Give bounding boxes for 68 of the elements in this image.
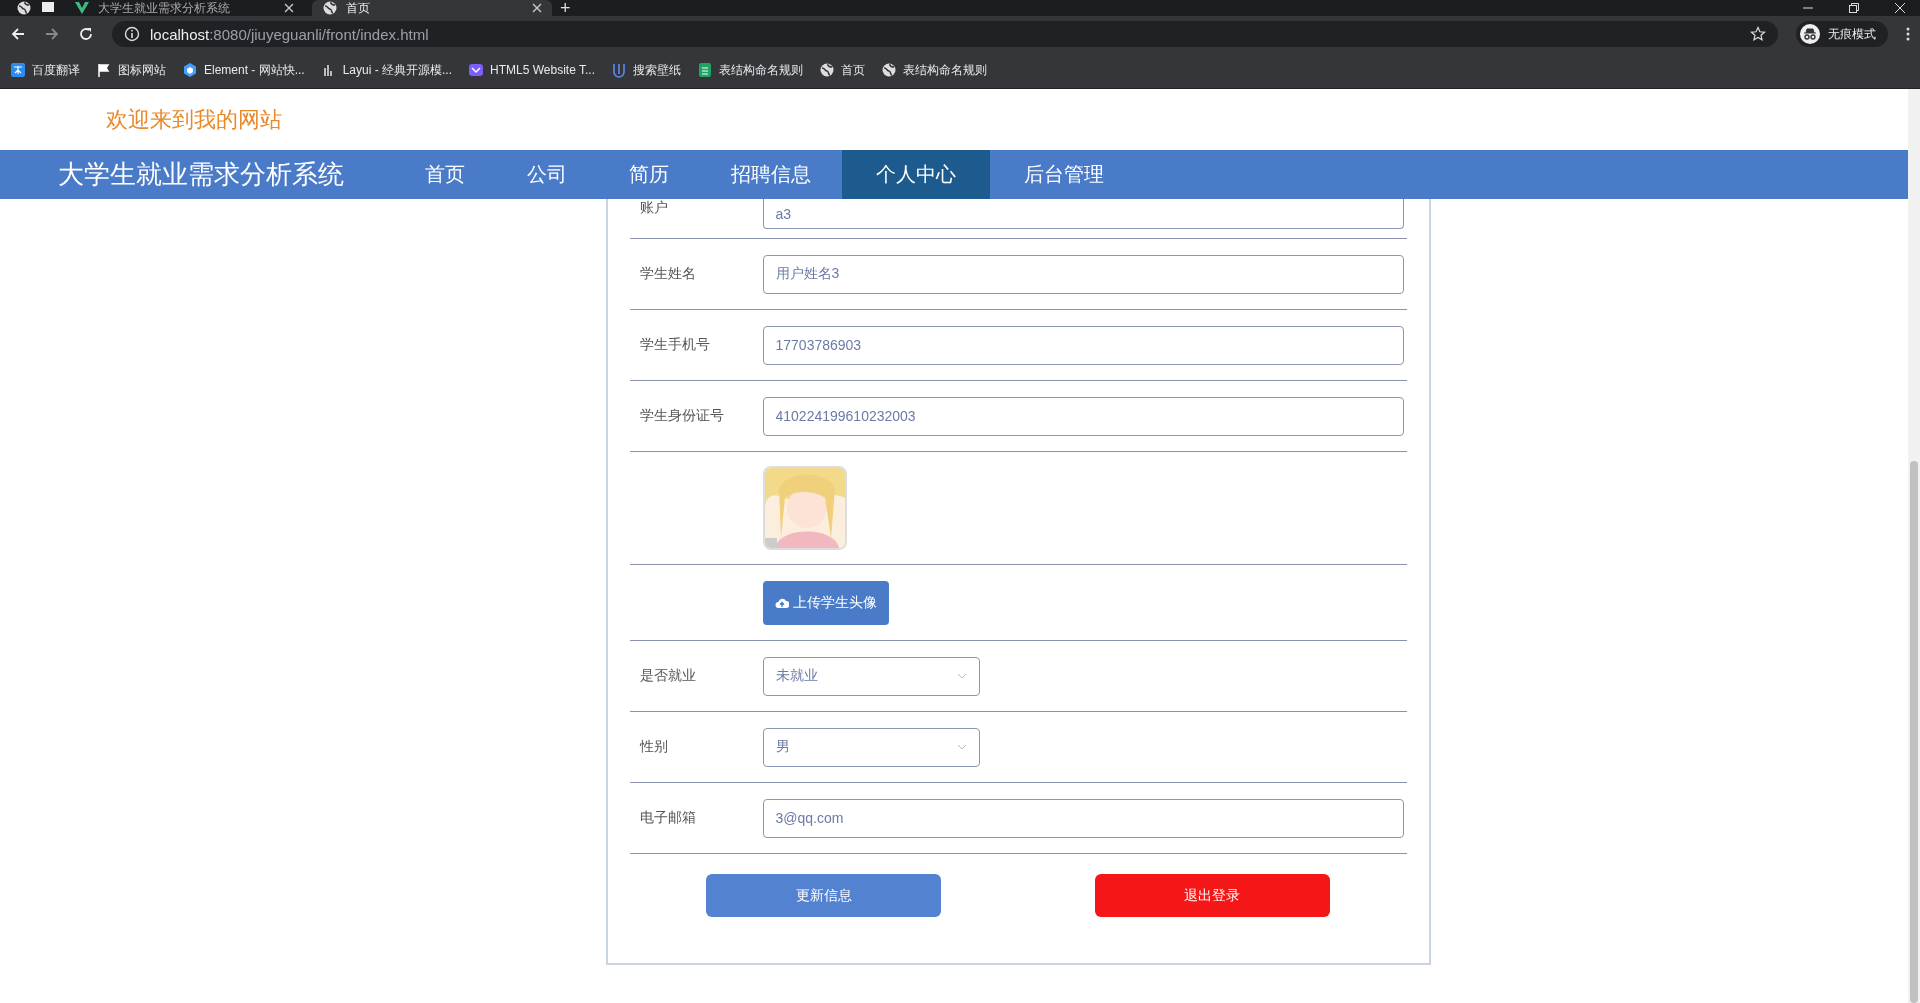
nav-item[interactable]: 后台管理 (990, 150, 1135, 199)
field-label: 账户 (638, 199, 669, 217)
scrollbar-thumb[interactable] (1910, 461, 1918, 1003)
bookmark[interactable]: 百度翻译 (10, 61, 80, 79)
bookmark[interactable]: 搜索壁纸 (611, 61, 681, 79)
bookmark[interactable]: 首页 (819, 61, 865, 79)
close-icon[interactable] (1894, 2, 1906, 14)
welcome-text: 欢迎来到我的网站 (106, 105, 282, 134)
close-icon[interactable] (284, 3, 294, 13)
forward-icon[interactable] (44, 26, 60, 42)
globe-icon[interactable] (16, 0, 32, 16)
input-field[interactable]: a3 (762, 199, 1404, 229)
hexagon-icon (182, 62, 198, 78)
nav-item[interactable]: 公司 (496, 150, 598, 199)
logout-button[interactable]: 退出登录 (1094, 874, 1330, 917)
select-field[interactable]: 未就业 (762, 656, 980, 696)
browser-tab[interactable]: 大学生就业需求分析系统 (64, 0, 304, 16)
close-icon[interactable] (532, 3, 542, 13)
input-field[interactable]: 17703786903 (762, 325, 1404, 365)
bookmark[interactable]: 图标网站 (96, 61, 166, 79)
browser-tab[interactable]: 首页 (312, 0, 552, 16)
field-label: 学生姓名 (638, 265, 697, 283)
nav-item[interactable]: 个人中心 (842, 150, 990, 199)
chevron-icon (956, 673, 967, 679)
tab-title: 首页 (346, 0, 371, 16)
new-tab-button[interactable]: + (560, 0, 571, 16)
select-field[interactable]: 男 (762, 727, 980, 767)
nav-item[interactable]: 首页 (394, 150, 496, 199)
cloud-upload-icon (774, 596, 789, 609)
star-icon[interactable] (1750, 26, 1766, 42)
reload-icon[interactable] (78, 26, 94, 42)
flag-icon (96, 62, 112, 78)
info-icon (124, 26, 140, 42)
u-icon (611, 62, 627, 78)
back-icon[interactable] (10, 26, 26, 42)
bookmark[interactable]: HTML5 Website T... (468, 62, 595, 78)
field-label: 是否就业 (638, 667, 697, 685)
input-field[interactable]: 410224199610232003 (762, 396, 1404, 436)
bookmark[interactable]: 表结构命名规则 (697, 61, 803, 79)
update-button[interactable]: 更新信息 (706, 874, 942, 917)
profile-button[interactable]: 无痕模式 (1796, 21, 1888, 47)
site-title: 大学生就业需求分析系统 (57, 158, 345, 191)
shield-icon (468, 62, 485, 78)
more-icon[interactable] (1906, 26, 1910, 42)
input-field[interactable]: 用户姓名3 (762, 254, 1404, 294)
upload-button[interactable]: 上传学生头像 (762, 580, 889, 625)
translate-icon (10, 62, 26, 78)
spreadsheet-icon (697, 62, 713, 78)
nav-item[interactable]: 简历 (598, 150, 700, 199)
input-field[interactable]: 3@qq.com (762, 798, 1404, 838)
field-label: 电子邮箱 (638, 809, 697, 827)
address-bar[interactable]: localhost:8080/jiuyeguanli/front/index.html (112, 21, 1778, 47)
globe-icon (819, 62, 835, 78)
bookmark[interactable]: 表结构命名规则 (881, 61, 987, 79)
bookmark[interactable]: Layui - 经典开源模... (320, 61, 453, 79)
bookmark[interactable]: Element - 网站快... (182, 61, 305, 79)
restore-icon[interactable] (1848, 2, 1860, 14)
window-icon[interactable] (40, 1, 56, 15)
globe-icon (881, 62, 897, 78)
field-label: 学生手机号 (638, 336, 711, 354)
nav-item[interactable]: 招聘信息 (700, 150, 842, 199)
field-label: 性别 (638, 738, 669, 756)
field-label: 学生身份证号 (638, 407, 725, 425)
chevron-icon (956, 744, 967, 750)
incognito-icon (1800, 24, 1820, 44)
tab-title: 大学生就业需求分析系统 (98, 0, 231, 16)
url-text: localhost:8080/jiuyeguanli/front/index.html (150, 25, 430, 43)
globe-icon (322, 0, 338, 16)
